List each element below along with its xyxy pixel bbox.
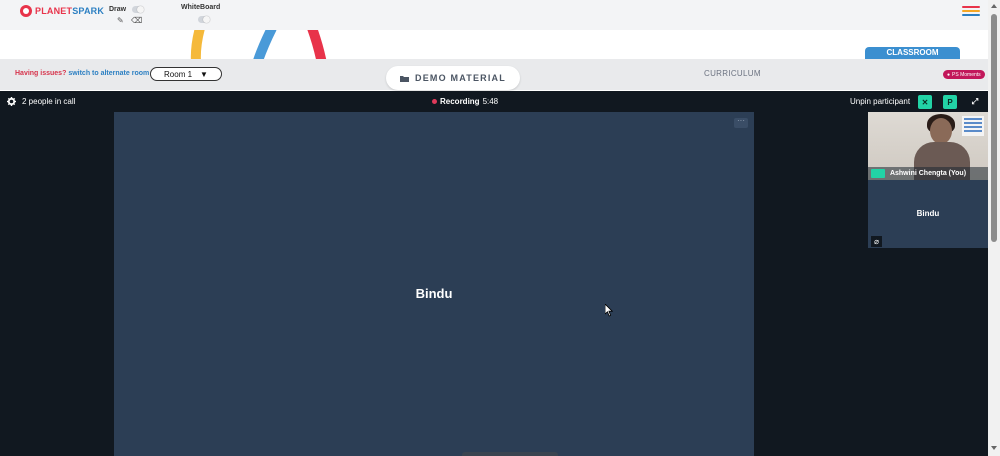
ps-moments-button[interactable]: ● PS Moments [943, 70, 985, 79]
eraser-icon[interactable]: ⌫ [131, 17, 142, 25]
pencil-icon[interactable]: ✎ [117, 17, 124, 25]
recording-dot-icon [432, 99, 437, 104]
scroll-down-icon[interactable] [991, 446, 997, 450]
unpin-x-icon[interactable]: ✕ [918, 95, 932, 109]
settings-gear-icon[interactable] [7, 97, 16, 106]
people-in-call: 2 people in call [7, 97, 75, 106]
call-header: 2 people in call Recording 5:48 Unpin pa… [0, 91, 988, 112]
room-control-bar: Having issues? switch to alternate room … [0, 59, 988, 90]
more-options-icon[interactable]: ··· [734, 117, 748, 128]
issues-notice: Having issues? switch to alternate room [15, 70, 149, 77]
whiteboard-label: WhiteBoard [181, 4, 221, 11]
participant-name: Bindu [916, 209, 940, 218]
unpin-participant-button[interactable]: Unpin participant [850, 97, 910, 106]
mic-off-icon: ⌀ [871, 236, 882, 247]
folder-icon [400, 75, 410, 82]
main-video-tile[interactable]: ··· Bindu [114, 112, 754, 456]
whiteboard-toggle[interactable] [198, 16, 210, 23]
logo-mark-icon [20, 5, 32, 17]
caret-down-icon: ▼ [200, 69, 208, 79]
ps-moments-label: PS Moments [952, 71, 981, 78]
mic-on-icon [871, 169, 885, 178]
alternate-room-link[interactable]: switch to alternate room [68, 70, 149, 77]
fullscreen-icon[interactable]: ⤢ [968, 95, 982, 109]
camera-icon: ● [947, 71, 951, 78]
people-count: 2 people in call [22, 97, 76, 106]
recording-time: 5:48 [482, 97, 499, 106]
classroom-tab[interactable]: CLASSROOM [865, 47, 960, 59]
draw-label: Draw [109, 6, 127, 13]
recording-label: Recording [440, 97, 480, 106]
room-select[interactable]: Room 1 ▼ [150, 67, 222, 81]
curriculum-tab[interactable]: CURRICULUM [704, 69, 761, 78]
room-select-value: Room 1 [164, 69, 193, 79]
main-participant-name: Bindu [415, 286, 453, 301]
self-participant-name: Ashwini Chengta (You) [868, 167, 988, 180]
page-scrollbar[interactable] [988, 0, 1000, 456]
demo-material-label: DEMO MATERIAL [415, 73, 506, 83]
menu-icon[interactable] [962, 6, 980, 16]
video-call-panel: 2 people in call Recording 5:48 Unpin pa… [0, 91, 988, 456]
planetspark-logo[interactable]: PLANETSPARK [20, 5, 104, 17]
menu-line [962, 14, 980, 16]
participant-thumbnail[interactable]: Bindu ⌀ [868, 180, 988, 248]
self-video-thumbnail[interactable]: Ashwini Chengta (You) [868, 112, 988, 180]
wall-poster [962, 116, 984, 136]
scroll-up-icon[interactable] [991, 4, 997, 8]
menu-line [962, 6, 980, 8]
logo-text-part2: SPARK [72, 6, 105, 16]
top-toolbar: PLANETSPARK Draw ✎ ⌫ WhiteBoard [0, 0, 988, 30]
recording-indicator: Recording 5:48 [432, 97, 498, 106]
scrollbar-thumb[interactable] [991, 14, 997, 242]
bottom-drawer-handle[interactable] [462, 452, 558, 456]
issues-question: Having issues? [15, 70, 67, 77]
menu-line [962, 10, 980, 12]
demo-material-button[interactable]: DEMO MATERIAL [386, 66, 520, 90]
pin-letter: P [947, 97, 953, 107]
logo-text-part1: PLANET [35, 6, 73, 16]
pin-p-button[interactable]: P [943, 95, 957, 109]
draw-toggle[interactable] [132, 6, 144, 13]
mouse-cursor-icon [605, 304, 613, 317]
